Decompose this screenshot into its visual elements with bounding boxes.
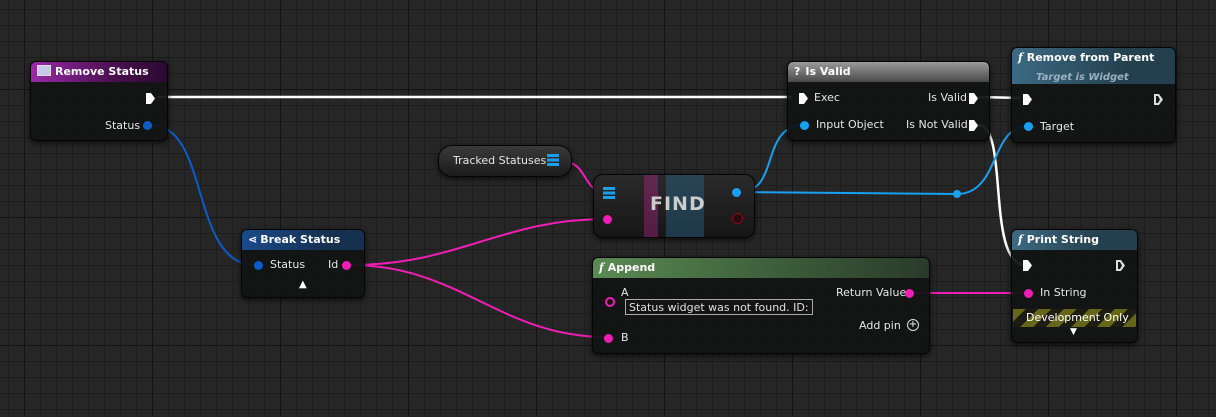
function-icon: f bbox=[1018, 233, 1023, 246]
pin-label-in-string: In String bbox=[1040, 286, 1087, 299]
exec-out-pin[interactable] bbox=[1154, 94, 1163, 105]
node-title: Append bbox=[607, 261, 656, 274]
node-break-status[interactable]: ⋖ Break Status Status Id ▲ bbox=[241, 229, 365, 298]
pin-label-id: Id bbox=[328, 258, 339, 271]
variable-label: Tracked Statuses bbox=[453, 154, 547, 167]
node-is-valid[interactable]: ? Is Valid Exec Is Valid Input Object Is … bbox=[787, 61, 990, 141]
node-title: Print String bbox=[1026, 233, 1099, 246]
id-out-pin[interactable] bbox=[342, 261, 351, 270]
array-pin-icon[interactable] bbox=[547, 154, 559, 166]
pin-label-a: A bbox=[621, 286, 629, 299]
node-append[interactable]: f Append A Status widget was not found. I… bbox=[592, 257, 930, 354]
pin-label-is-not-valid: Is Not Valid bbox=[906, 118, 968, 131]
b-in-pin[interactable] bbox=[604, 334, 613, 343]
status-in-pin[interactable] bbox=[254, 261, 263, 270]
a-in-pin[interactable] bbox=[605, 297, 615, 307]
function-icon: f bbox=[599, 261, 604, 274]
node-title: Is Valid bbox=[805, 65, 851, 78]
exec-in-pin[interactable] bbox=[1023, 260, 1032, 271]
string-wire-id-to-find bbox=[349, 218, 608, 266]
pin-label-target: Target bbox=[1040, 120, 1075, 133]
node-find[interactable]: FIND bbox=[593, 174, 755, 238]
expand-chevron-icon[interactable]: ▼ bbox=[1070, 327, 1077, 337]
node-tracked-statuses[interactable]: Tracked Statuses bbox=[438, 145, 572, 177]
find-out-pin[interactable] bbox=[732, 188, 741, 197]
node-remove-from-parent[interactable]: f Remove from Parent Target is Widget Tar… bbox=[1011, 47, 1176, 143]
pin-label-status: Status bbox=[270, 258, 306, 271]
add-pin-icon[interactable]: + bbox=[907, 319, 919, 331]
is-valid-out-pin[interactable] bbox=[969, 93, 978, 104]
node-header[interactable]: ? Is Valid bbox=[788, 62, 989, 82]
pin-label-exec: Exec bbox=[814, 91, 840, 104]
input-object-pin[interactable] bbox=[800, 121, 809, 130]
status-out-pin[interactable] bbox=[143, 121, 152, 130]
reroute-knot bbox=[953, 190, 961, 198]
question-icon: ? bbox=[794, 65, 801, 78]
pin-label-return-value: Return Value bbox=[836, 286, 907, 299]
a-value-field[interactable]: Status widget was not found. ID: bbox=[625, 299, 813, 315]
in-string-pin[interactable] bbox=[1024, 289, 1033, 298]
add-pin-label[interactable]: Add pin bbox=[859, 319, 901, 332]
array-pin-icon[interactable] bbox=[603, 187, 615, 199]
exec-out-pin[interactable] bbox=[146, 93, 155, 104]
function-icon: f bbox=[1018, 51, 1023, 64]
node-title: Remove from Parent bbox=[1026, 51, 1155, 64]
node-header[interactable]: f Print String bbox=[1012, 230, 1137, 250]
event-icon bbox=[37, 65, 51, 76]
return-value-pin[interactable] bbox=[905, 289, 914, 298]
pin-label-is-valid: Is Valid bbox=[928, 91, 967, 104]
node-remove-status[interactable]: Remove Status Status bbox=[30, 61, 168, 141]
find-item-pin[interactable] bbox=[603, 215, 612, 224]
pin-label-status: Status bbox=[105, 119, 141, 132]
development-only-label: Development Only bbox=[1026, 311, 1129, 324]
node-header[interactable]: Remove Status bbox=[31, 62, 167, 82]
pin-label-b: B bbox=[621, 331, 629, 344]
is-not-valid-out-pin[interactable] bbox=[969, 120, 978, 131]
exec-in-pin[interactable] bbox=[1023, 94, 1032, 105]
string-wire-id-to-append-b bbox=[349, 264, 608, 338]
node-header[interactable]: f Remove from Parent Target is Widget bbox=[1012, 48, 1175, 84]
node-title: Break Status bbox=[260, 233, 341, 246]
struct-wire-status bbox=[150, 124, 256, 266]
target-pin[interactable] bbox=[1024, 122, 1033, 131]
exec-out-pin[interactable] bbox=[1116, 260, 1125, 271]
node-header[interactable]: f Append bbox=[593, 258, 929, 278]
node-header[interactable]: ⋖ Break Status bbox=[242, 230, 364, 250]
node-subtitle: Target is Widget bbox=[1036, 72, 1129, 83]
pin-label-input-object: Input Object bbox=[816, 118, 884, 131]
node-label: FIND bbox=[650, 193, 706, 215]
exec-in-pin[interactable] bbox=[799, 93, 808, 104]
break-icon: ⋖ bbox=[248, 233, 258, 246]
node-title: Remove Status bbox=[55, 65, 149, 78]
collapse-chevron-icon[interactable]: ▲ bbox=[299, 279, 307, 290]
find-index-pin[interactable] bbox=[732, 213, 743, 224]
node-print-string[interactable]: f Print String In String Development Only… bbox=[1011, 229, 1138, 343]
